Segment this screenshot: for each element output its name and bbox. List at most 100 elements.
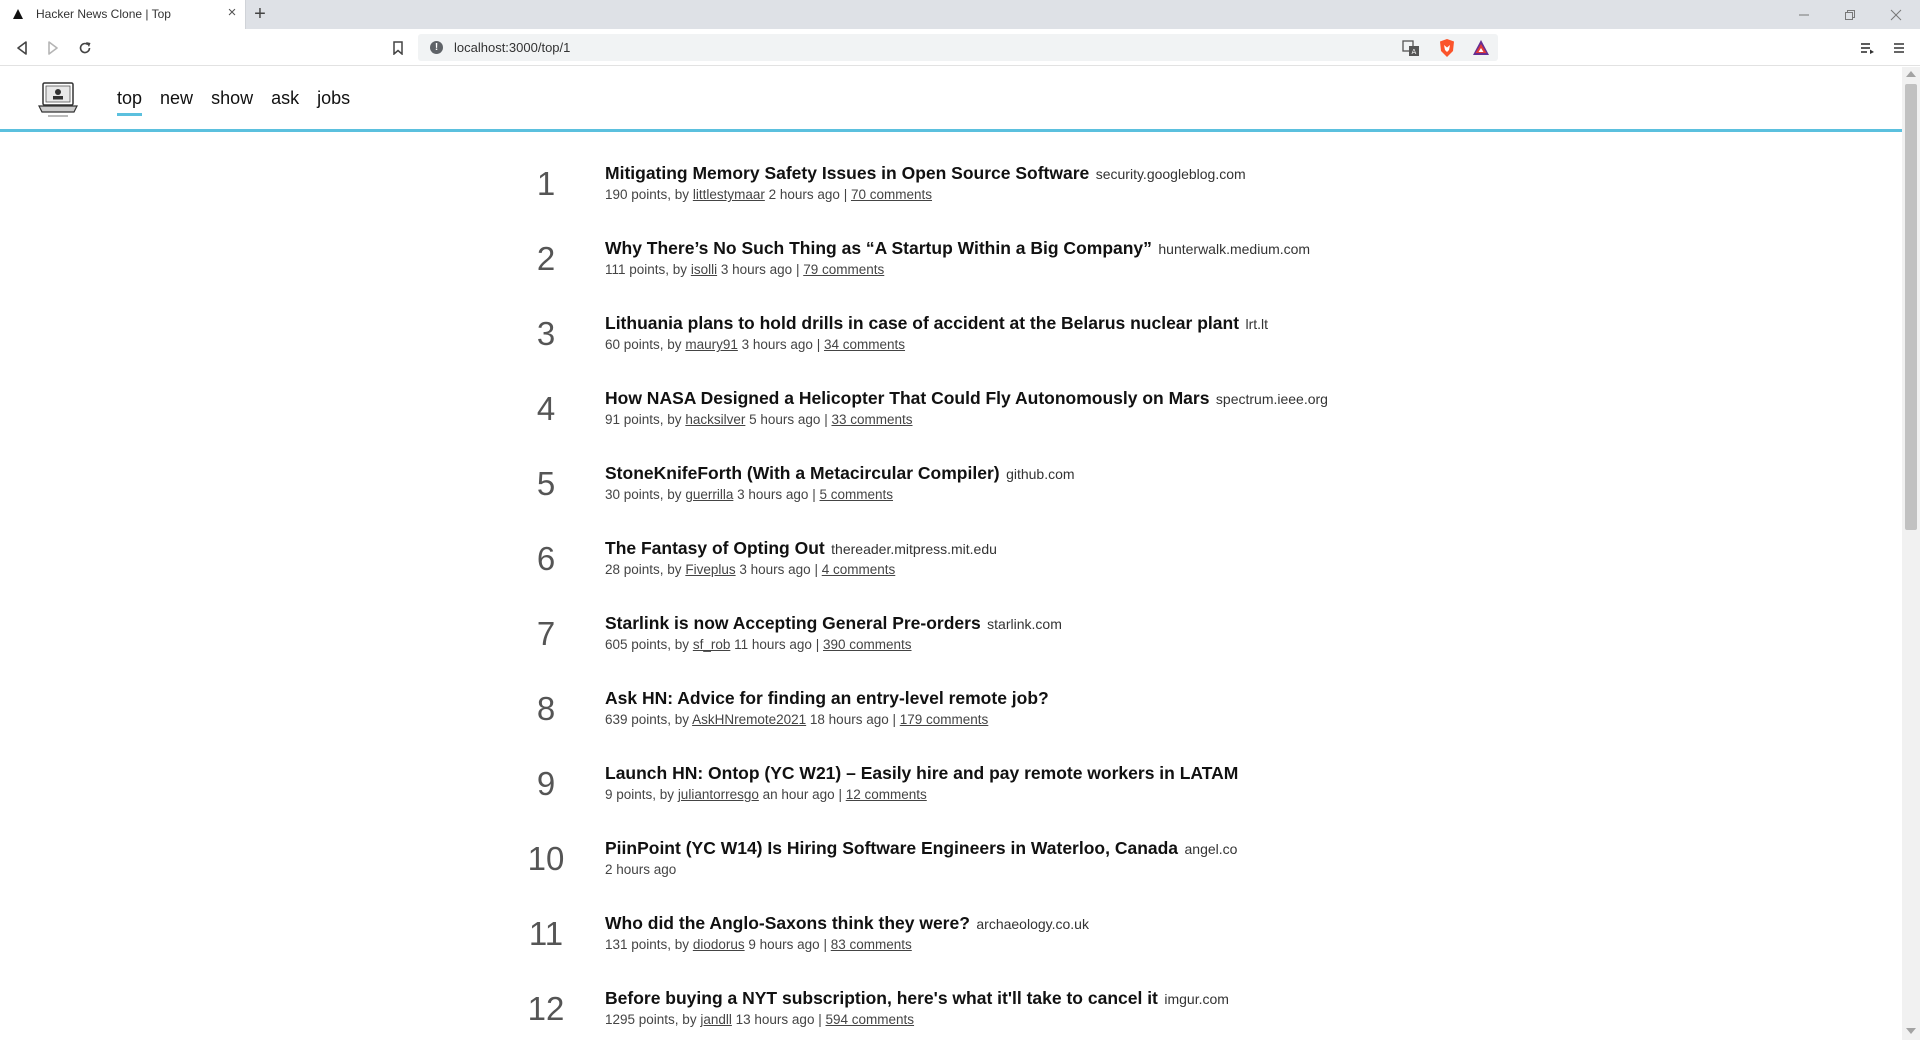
scroll-thumb[interactable] (1905, 84, 1917, 530)
story-title-link[interactable]: PiinPoint (YC W14) Is Hiring Software En… (605, 838, 1178, 858)
story-comments-link[interactable]: 33 comments (831, 412, 912, 427)
story-time: 18 hours ago (809, 712, 889, 727)
info-icon[interactable]: ! (430, 41, 443, 54)
window-close-button[interactable] (1878, 2, 1914, 27)
laptop-logo-icon[interactable] (38, 79, 78, 119)
story-title-link[interactable]: Before buying a NYT subscription, here's… (605, 988, 1158, 1008)
story-comments-link[interactable]: 83 comments (831, 937, 912, 952)
story-user-link[interactable]: maury91 (685, 337, 738, 352)
story-meta: 131 points, by diodorus 9 hours ago | 83… (605, 936, 912, 954)
story-title-line: Why There’s No Such Thing as “A Startup … (605, 237, 1310, 261)
story-title-line: Before buying a NYT subscription, here's… (605, 987, 1229, 1011)
story-comments-link[interactable]: 179 comments (900, 712, 989, 727)
nav-new[interactable]: new (160, 87, 193, 116)
nav-jobs[interactable]: jobs (317, 87, 350, 116)
bookmark-icon (393, 41, 403, 55)
story-title-link[interactable]: Launch HN: Ontop (YC W21) – Easily hire … (605, 763, 1238, 783)
story-title-link[interactable]: Starlink is now Accepting General Pre-or… (605, 613, 981, 633)
back-button[interactable] (11, 37, 33, 59)
reload-button[interactable] (74, 37, 96, 59)
story-comments-link[interactable]: 594 comments (826, 1012, 915, 1027)
arrow-back-icon (17, 41, 27, 55)
bookmark-button[interactable] (387, 37, 409, 59)
translate-icon[interactable]: A (1402, 39, 1420, 57)
story-separator: | (823, 937, 827, 952)
story-title-link[interactable]: Why There’s No Such Thing as “A Startup … (605, 238, 1152, 258)
story-points: 30 points, by (605, 487, 682, 502)
story-points: 1295 points, by (605, 1012, 697, 1027)
story-meta: 60 points, by maury91 3 hours ago | 34 c… (605, 336, 905, 354)
story-user-link[interactable]: diodorus (693, 937, 745, 952)
story-user-link[interactable]: hacksilver (685, 412, 745, 427)
browser-tabstrip: Hacker News Clone | Top × + (0, 0, 1920, 29)
story-title-link[interactable]: The Fantasy of Opting Out (605, 538, 825, 558)
story-domain: github.com (1006, 466, 1075, 482)
url-text[interactable]: localhost:3000/top/1 (454, 40, 570, 55)
story-rank: 8 (536, 690, 556, 727)
scroll-down-arrow-icon[interactable] (1906, 1028, 1916, 1034)
story-user-link[interactable]: sf_rob (693, 637, 731, 652)
minimize-icon (1799, 14, 1809, 15)
story-item: 11 Who did the Anglo-Saxons think they w… (0, 908, 1902, 983)
forward-button[interactable] (42, 37, 64, 59)
story-points: 9 points, by (605, 787, 675, 802)
story-time: 3 hours ago (720, 262, 793, 277)
new-tab-button[interactable]: + (249, 3, 271, 25)
window-minimize-button[interactable] (1786, 2, 1822, 27)
story-user-link[interactable]: AskHNremote2021 (692, 712, 806, 727)
story-user-link[interactable]: littlestymaar (693, 187, 765, 202)
story-meta: 605 points, by sf_rob 11 hours ago | 390… (605, 636, 912, 654)
story-item: 1 Mitigating Memory Safety Issues in Ope… (0, 158, 1902, 233)
browser-menu-button[interactable] (1888, 37, 1910, 59)
story-domain: hunterwalk.medium.com (1158, 241, 1311, 257)
address-bar[interactable]: ! localhost:3000/top/1 A (418, 34, 1498, 61)
story-user-link[interactable]: isolli (691, 262, 717, 277)
story-points: 60 points, by (605, 337, 682, 352)
story-title-link[interactable]: Who did the Anglo-Saxons think they were… (605, 913, 970, 933)
story-comments-link[interactable]: 12 comments (846, 787, 927, 802)
playlist-button[interactable] (1856, 37, 1878, 59)
brave-rewards-icon[interactable] (1472, 39, 1490, 57)
browser-tab-active[interactable]: Hacker News Clone | Top × (0, 0, 246, 29)
story-rank: 11 (528, 915, 564, 952)
nav-ask[interactable]: ask (271, 87, 299, 116)
story-separator: | (812, 487, 816, 502)
story-comments-link[interactable]: 34 comments (824, 337, 905, 352)
story-points: 605 points, by (605, 637, 690, 652)
close-icon (1890, 9, 1902, 20)
brave-shield-icon[interactable] (1438, 38, 1456, 58)
story-user-link[interactable]: guerrilla (685, 487, 733, 502)
story-title-link[interactable]: How NASA Designed a Helicopter That Coul… (605, 388, 1209, 408)
story-time: 2 hours ago (605, 862, 677, 877)
story-rank: 1 (536, 165, 556, 202)
window-restore-button[interactable] (1832, 2, 1868, 27)
nav-show[interactable]: show (211, 87, 253, 116)
story-comments-link[interactable]: 4 comments (822, 562, 896, 577)
story-separator: | (824, 412, 828, 427)
story-comments-link[interactable]: 79 comments (803, 262, 884, 277)
page-scrollbar[interactable] (1902, 67, 1920, 1040)
scroll-up-arrow-icon[interactable] (1906, 71, 1916, 77)
site-nav: top new show ask jobs (117, 87, 368, 116)
story-title-link[interactable]: Lithuania plans to hold drills in case o… (605, 313, 1239, 333)
story-user-link[interactable]: jandll (700, 1012, 732, 1027)
story-comments-link[interactable]: 70 comments (851, 187, 932, 202)
story-rank: 3 (536, 315, 556, 352)
story-domain: spectrum.ieee.org (1215, 391, 1328, 407)
story-title-link[interactable]: Ask HN: Advice for finding an entry-leve… (605, 688, 1049, 708)
story-separator: | (816, 337, 821, 352)
tab-close-icon[interactable]: × (224, 5, 240, 21)
story-separator: | (843, 187, 848, 202)
story-domain: thereader.mitpress.mit.edu (831, 541, 997, 557)
story-time: 3 hours ago (739, 562, 811, 577)
story-user-link[interactable]: juliantorresgo (678, 787, 759, 802)
story-comments-link[interactable]: 390 comments (823, 637, 912, 652)
story-rank: 5 (536, 465, 556, 502)
story-title-link[interactable]: Mitigating Memory Safety Issues in Open … (605, 163, 1089, 183)
browser-toolbar: ! localhost:3000/top/1 A (0, 29, 1920, 66)
story-title-link[interactable]: StoneKnifeForth (With a Metacircular Com… (605, 463, 1000, 483)
story-comments-link[interactable]: 5 comments (819, 487, 893, 502)
story-user-link[interactable]: Fiveplus (685, 562, 735, 577)
nav-top[interactable]: top (117, 87, 143, 116)
story-time: an hour ago (762, 787, 835, 802)
